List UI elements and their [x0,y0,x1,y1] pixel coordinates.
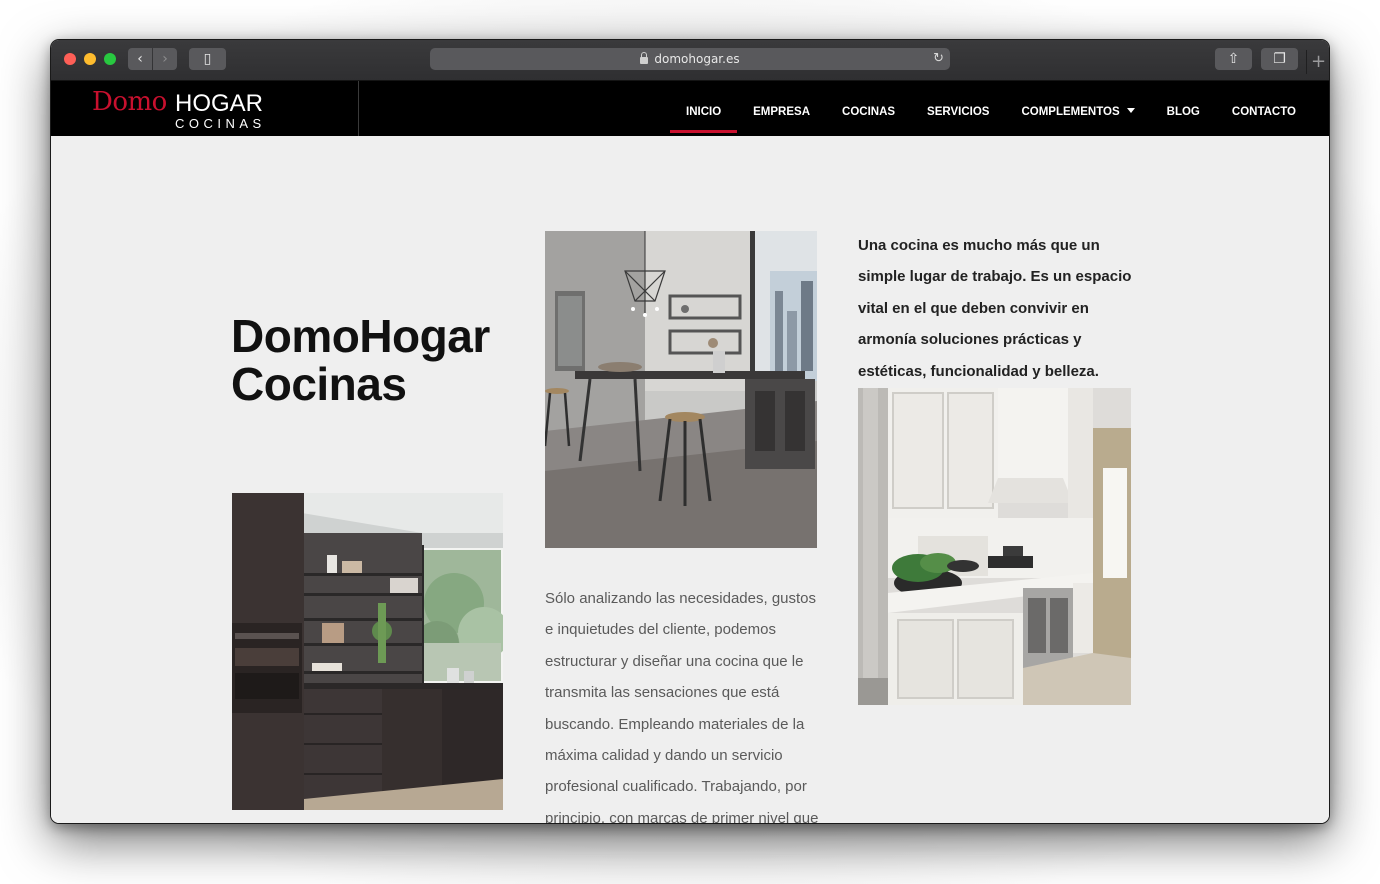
page-title-line-2: Cocinas [231,358,407,410]
minimize-window-button[interactable] [84,53,96,65]
body-text: Sólo analizando las necesidades, gustos … [545,590,819,823]
site-header: Domo HOGAR COCINAS INICIO EMPRESA COCINA… [51,81,1329,136]
back-button[interactable]: ‹ [128,48,152,70]
intro-text: Una cocina es mucho más que un simple lu… [858,237,1132,380]
url-text: domohogar.es [654,52,740,66]
nav-item-servicios[interactable]: SERVICIOS [911,86,1005,132]
share-button[interactable]: ⇧ [1215,48,1252,70]
tabs-icon: ❐ [1273,51,1286,67]
page-title-line-1: DomoHogar [231,310,490,362]
logo-domo-text: Domo [92,87,167,117]
nav-item-contacto[interactable]: CONTACTO [1216,86,1312,132]
chevron-right-icon: › [162,51,168,67]
logo-cocinas-text: COCINAS [175,116,266,131]
nav-item-blog[interactable]: BLOG [1151,86,1216,132]
nav-item-inicio[interactable]: INICIO [670,86,738,133]
url-display: domohogar.es [430,48,950,70]
close-window-button[interactable] [64,53,76,65]
browser-toolbar: ‹ › ▯ domohogar.es ↻ ⇧ ❐ + [51,40,1329,81]
reload-icon[interactable]: ↻ [933,48,944,70]
nav-item-complementos[interactable]: COMPLEMENTOS [1005,86,1150,132]
chevron-left-icon: ‹ [137,51,143,67]
main-menu: INICIO EMPRESA COCINAS SERVICIOS COMPLEM… [670,81,1312,136]
caret-down-icon [1126,107,1135,113]
browser-window: ‹ › ▯ domohogar.es ↻ ⇧ ❐ + Domo HOGAR CO… [51,40,1329,823]
forward-button[interactable]: › [153,48,177,70]
nav-item-complementos-label: COMPLEMENTOS [1021,105,1120,118]
nav-item-empresa[interactable]: EMPRESA [737,86,826,132]
address-bar[interactable]: domohogar.es ↻ [430,48,950,70]
show-tabs-button[interactable]: ❐ [1261,48,1298,70]
header-divider [358,81,359,136]
page-content: DomoHogar Cocinas Una cocina es mucho má… [51,136,1329,823]
logo-hogar-text: HOGAR [175,90,264,117]
white-kitchen-photo [858,388,1131,705]
dark-kitchen-photo [232,493,503,810]
new-tab-button[interactable]: + [1306,50,1329,74]
plus-icon: + [1310,51,1327,72]
share-icon: ⇧ [1227,51,1240,67]
page-title: DomoHogar Cocinas [231,312,490,408]
site-logo[interactable]: Domo HOGAR COCINAS [92,86,272,131]
lock-icon [640,52,649,64]
zoom-window-button[interactable] [104,53,116,65]
sidebar-icon: ▯ [203,51,212,67]
loft-kitchen-photo [545,231,817,548]
sidebar-toggle-button[interactable]: ▯ [189,48,226,70]
nav-item-cocinas[interactable]: COCINAS [826,86,911,132]
